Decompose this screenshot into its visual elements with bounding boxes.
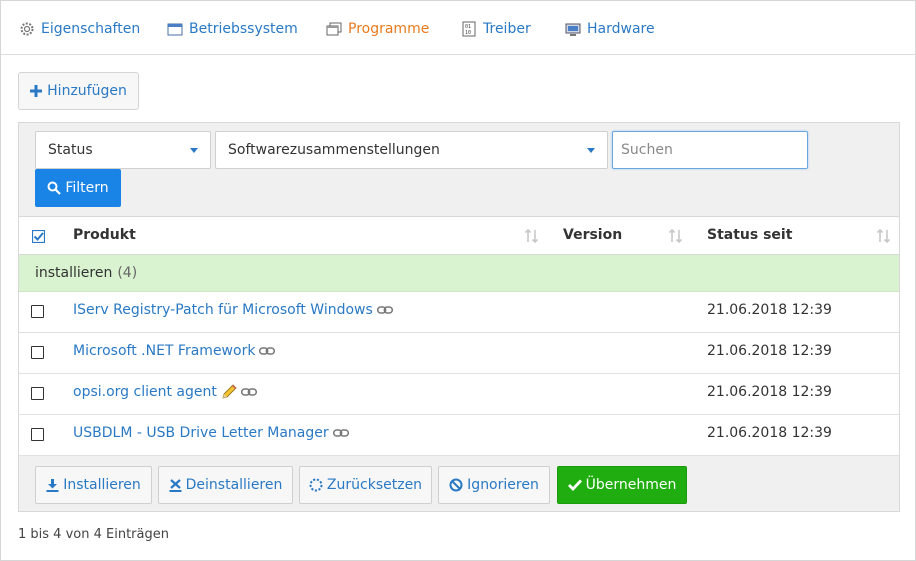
window-icon [167, 23, 183, 36]
column-header-status-since[interactable]: Status seit [707, 227, 792, 243]
collection-select-value: Softwarezusammenstellungen [228, 142, 440, 158]
chain-link-icon [332, 429, 349, 437]
tab-treiber[interactable]: 01 10 Treiber [461, 18, 531, 40]
table-row: Microsoft .NET Framework 21.06.2018 12:3… [19, 333, 899, 374]
sort-icon[interactable] [669, 229, 683, 243]
program-table: Produkt Version Status seit installieren… [19, 216, 899, 456]
tab-betriebssystem[interactable]: Betriebssystem [167, 18, 298, 40]
table-row: IServ Registry-Patch für Microsoft Windo… [19, 292, 899, 333]
tab-label: Hardware [587, 21, 655, 37]
status-select[interactable]: Status [35, 131, 211, 169]
table-info: 1 bis 4 von 4 Einträgen [18, 527, 169, 542]
product-name: USBDLM - USB Drive Letter Manager [73, 425, 329, 441]
download-icon [46, 478, 59, 492]
search-input[interactable] [612, 131, 808, 169]
tab-label: Eigenschaften [41, 21, 141, 37]
product-link[interactable]: USBDLM - USB Drive Letter Manager [73, 425, 349, 441]
svg-text:10: 10 [465, 30, 471, 36]
chevron-down-icon [587, 148, 595, 153]
reset-button-label: Zurücksetzen [326, 477, 423, 493]
table-header: Produkt Version Status seit [19, 216, 899, 255]
collection-select[interactable]: Softwarezusammenstellungen [215, 131, 608, 169]
binary-file-icon: 0110 [462, 21, 476, 37]
group-count: (4) [117, 265, 138, 281]
status-since-value: 21.06.2018 12:39 [707, 302, 832, 318]
plus-icon [30, 85, 43, 97]
row-checkbox[interactable] [31, 346, 44, 359]
filter-button-label: Filtern [65, 180, 109, 196]
apply-button-label: Übernehmen [585, 477, 677, 493]
ignore-button[interactable]: Ignorieren [438, 466, 550, 504]
column-header-product[interactable]: Produkt [73, 227, 136, 243]
tab-hardware[interactable]: Hardware [565, 18, 655, 40]
select-all-checkbox-icon[interactable] [32, 230, 45, 243]
product-link[interactable]: IServ Registry-Patch für Microsoft Windo… [73, 302, 393, 318]
tab-label: Treiber [483, 21, 531, 37]
product-link[interactable]: Microsoft .NET Framework [73, 343, 276, 359]
row-checkbox[interactable] [31, 387, 44, 400]
product-name: Microsoft .NET Framework [73, 343, 256, 359]
chain-link-icon [376, 306, 393, 314]
group-label: installieren [35, 265, 113, 281]
app-frame: Eigenschaften Betriebssystem Programme 0… [0, 0, 916, 561]
table-row: USBDLM - USB Drive Letter Manager 21.06.… [19, 415, 899, 456]
pencil-icon [222, 384, 237, 399]
status-since-value: 21.06.2018 12:39 [707, 425, 832, 441]
gear-icon [20, 22, 34, 36]
table-row: opsi.org client agent 21.06.2018 12:39 [19, 374, 899, 415]
group-row-install: installieren (4) [19, 255, 899, 292]
check-icon [567, 479, 582, 491]
program-panel: Status Softwarezusammenstellungen Filter… [18, 122, 900, 512]
apply-button[interactable]: Übernehmen [557, 466, 687, 504]
add-button[interactable]: Hinzufügen [18, 72, 139, 110]
product-name: opsi.org client agent [73, 384, 217, 400]
tab-programme[interactable]: Programme [326, 18, 429, 40]
chain-link-icon [240, 388, 257, 396]
chevron-down-icon [190, 148, 198, 153]
status-since-value: 21.06.2018 12:39 [707, 343, 832, 359]
uninstall-button[interactable]: Deinstallieren [158, 466, 293, 504]
tab-bar: Eigenschaften Betriebssystem Programme 0… [1, 1, 915, 55]
reset-button[interactable]: Zurücksetzen [299, 466, 432, 504]
computer-icon [565, 23, 581, 36]
install-button-label: Installieren [63, 477, 141, 493]
chain-link-icon [259, 347, 276, 355]
tab-label: Programme [348, 21, 430, 37]
ban-icon [449, 478, 463, 492]
row-checkbox[interactable] [31, 428, 44, 441]
remove-icon [169, 478, 182, 492]
tab-label: Betriebssystem [189, 21, 298, 37]
sort-icon[interactable] [877, 229, 891, 243]
search-icon [47, 181, 62, 195]
tab-eigenschaften[interactable]: Eigenschaften [19, 18, 140, 40]
ignore-button-label: Ignorieren [467, 477, 539, 493]
sort-icon[interactable] [525, 229, 539, 243]
status-select-value: Status [48, 142, 93, 158]
uninstall-button-label: Deinstallieren [185, 477, 283, 493]
row-checkbox[interactable] [31, 305, 44, 318]
add-button-label: Hinzufügen [47, 83, 127, 99]
filter-button[interactable]: Filtern [35, 169, 121, 207]
status-since-value: 21.06.2018 12:39 [707, 384, 832, 400]
spinner-icon [309, 478, 323, 492]
install-button[interactable]: Installieren [35, 466, 152, 504]
product-name: IServ Registry-Patch für Microsoft Windo… [73, 302, 373, 318]
action-bar: Installieren Deinstallieren Zurücksetzen… [19, 458, 899, 511]
column-header-version[interactable]: Version [563, 227, 622, 243]
stacked-windows-icon [326, 22, 342, 36]
product-link[interactable]: opsi.org client agent [73, 384, 257, 400]
